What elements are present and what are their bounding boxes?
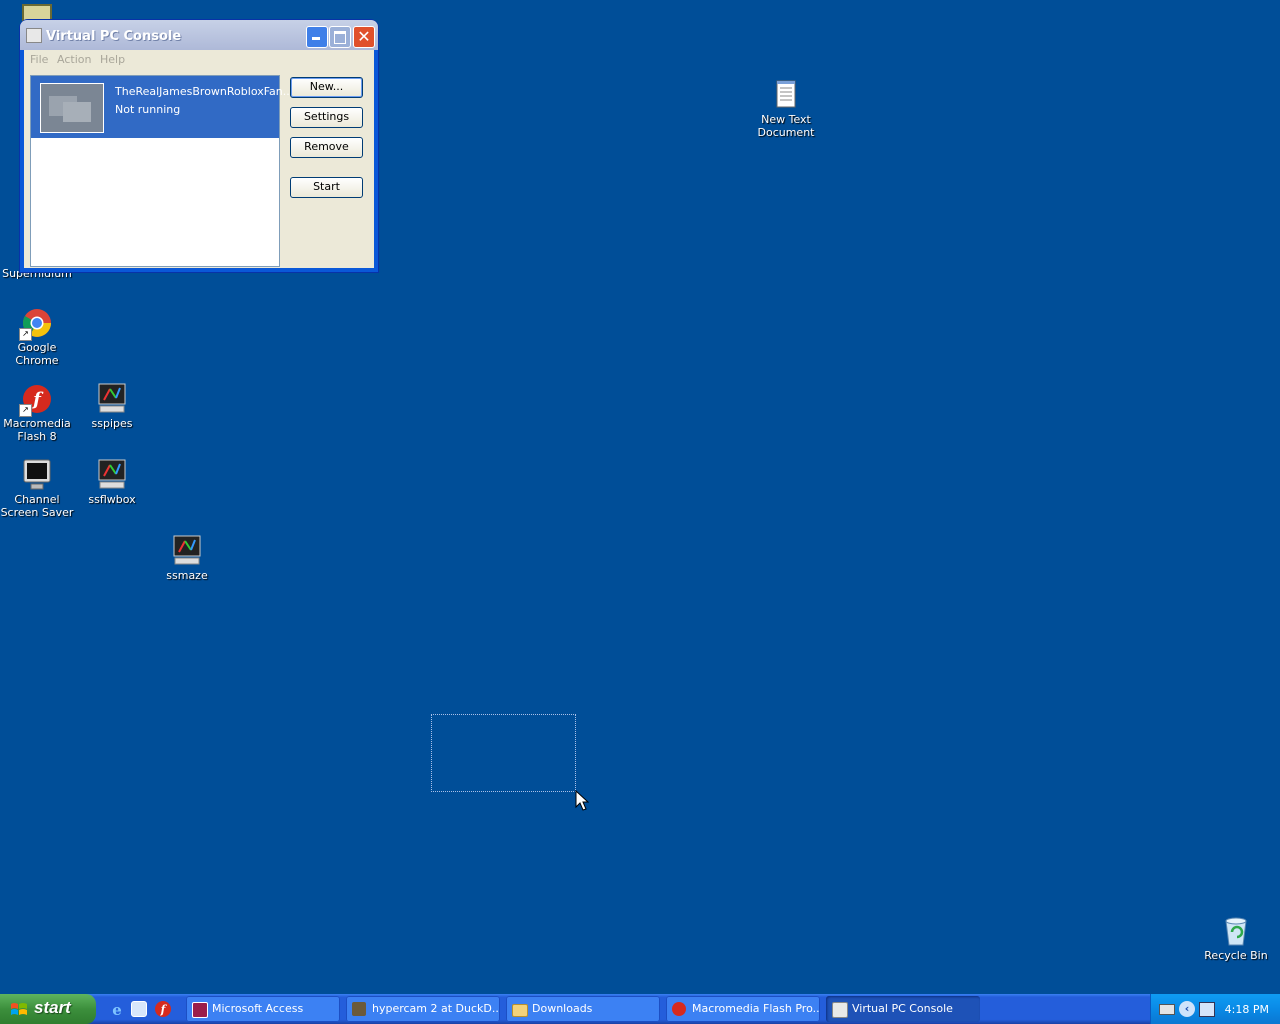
- desktop-icon-recycle-bin[interactable]: Recycle Bin: [1199, 915, 1273, 962]
- start-button[interactable]: Start: [290, 177, 363, 198]
- selection-rectangle: [431, 714, 576, 792]
- clock: 4:18 PM: [1224, 1003, 1269, 1016]
- start-label: start: [34, 998, 71, 1017]
- close-icon: ✕: [357, 27, 371, 46]
- shortcut-arrow-icon: ↗: [19, 328, 32, 341]
- task-label: Downloads: [532, 1002, 593, 1015]
- windows-logo-icon: [11, 1003, 27, 1015]
- start-button[interactable]: start: [0, 994, 96, 1024]
- keyboard-icon[interactable]: [1159, 1004, 1175, 1015]
- folder-icon: [512, 1004, 528, 1017]
- vm-status: Not running: [115, 103, 181, 116]
- taskbar-button-virtual-pc-console[interactable]: Virtual PC Console: [826, 996, 980, 1022]
- network-icon[interactable]: [1199, 1002, 1215, 1017]
- new-button[interactable]: New...: [290, 77, 363, 98]
- screensaver-icon: [96, 459, 128, 491]
- list-item[interactable]: TheRealJamesBrownRobloxFan... Not runnin…: [31, 76, 293, 138]
- system-tray: ‹ 4:18 PM: [1150, 994, 1280, 1024]
- menu-help[interactable]: Help: [100, 53, 125, 66]
- shortcut-arrow-icon: ↗: [19, 404, 32, 417]
- monitor-icon: [21, 459, 53, 491]
- access-icon: [192, 1002, 208, 1018]
- task-label: Macromedia Flash Pro...: [692, 1002, 820, 1015]
- screensaver-icon: [171, 535, 203, 567]
- window-title: Virtual PC Console: [46, 29, 182, 44]
- desktop-icon-label: Channel Screen Saver: [0, 493, 74, 519]
- chevron-left-icon[interactable]: ‹: [1179, 1001, 1195, 1017]
- mouse-pointer-icon: [575, 789, 590, 815]
- minimize-icon: [312, 37, 320, 40]
- settings-button[interactable]: Settings: [290, 107, 363, 128]
- chrome-icon: ↗: [19, 307, 53, 341]
- window-titlebar[interactable]: Virtual PC Console ✕: [20, 20, 378, 50]
- desktop-icon-label: Macromedia Flash 8: [3, 417, 71, 443]
- screensaver-icon: [96, 383, 128, 415]
- vm-thumbnail: [40, 83, 104, 133]
- virtualpc-icon: [832, 1002, 848, 1018]
- virtualpc-icon: [26, 28, 42, 43]
- task-label: Virtual PC Console: [852, 1002, 953, 1015]
- taskbar-button-downloads[interactable]: Downloads: [506, 996, 660, 1022]
- virtual-pc-console-window: Virtual PC Console ✕ File Action Help Th…: [20, 20, 378, 272]
- menu-file[interactable]: File: [30, 53, 48, 66]
- flash-icon: [672, 1002, 686, 1016]
- desktop-icon-label: sspipes: [91, 417, 133, 430]
- task-label: Microsoft Access: [212, 1002, 304, 1015]
- desktop-icon-ssflwbox[interactable]: ssflwbox: [75, 459, 149, 506]
- desktop-icon-macromedia-flash[interactable]: f ↗ Macromedia Flash 8: [0, 383, 74, 443]
- desktop-icon-label: ssmaze: [166, 569, 208, 582]
- menu-action[interactable]: Action: [57, 53, 91, 66]
- desktop-icon-label: Recycle Bin: [1204, 949, 1268, 962]
- vm-name: TheRealJamesBrownRobloxFan...: [115, 85, 294, 98]
- desktop-icon-ssmaze[interactable]: ssmaze: [150, 535, 224, 582]
- recycle-bin-icon: [1220, 915, 1252, 947]
- desktop-icon-label: New Text Document: [757, 113, 815, 139]
- desktop-icon-new-text-document[interactable]: New Text Document: [749, 79, 823, 139]
- close-button[interactable]: ✕: [353, 26, 375, 48]
- svg-text:e: e: [112, 1001, 122, 1017]
- internet-explorer-icon[interactable]: e: [109, 1001, 125, 1019]
- desktop-icon-channel-screen-saver[interactable]: Channel Screen Saver: [0, 459, 74, 519]
- maximize-button[interactable]: [329, 26, 351, 48]
- window-client-area: File Action Help TheRealJamesBrownRoblox…: [24, 50, 374, 268]
- desktop-icon-label: Google Chrome: [15, 341, 59, 367]
- svg-text:f: f: [160, 1003, 168, 1016]
- show-desktop-icon[interactable]: [131, 1001, 147, 1017]
- desktop-icon-sspipes[interactable]: sspipes: [75, 383, 149, 430]
- remove-button[interactable]: Remove: [290, 137, 363, 158]
- taskbar-button-hypercam[interactable]: hypercam 2 at DuckD...: [346, 996, 500, 1022]
- maximize-icon: [334, 31, 346, 44]
- taskbar-button-macromedia-flash[interactable]: Macromedia Flash Pro...: [666, 996, 820, 1022]
- hypercam-icon: [352, 1002, 366, 1016]
- taskbar: start e f Microsoft Access hypercam 2 at…: [0, 994, 1280, 1024]
- flash-icon: f ↗: [19, 383, 53, 417]
- menu-bar: File Action Help: [24, 50, 374, 68]
- task-label: hypercam 2 at DuckD...: [372, 1002, 500, 1015]
- virtual-machine-list[interactable]: TheRealJamesBrownRobloxFan... Not runnin…: [30, 75, 293, 267]
- text-document-icon: [770, 79, 802, 111]
- flash-quicklaunch-icon[interactable]: f: [155, 1001, 171, 1017]
- desktop-icon-label: ssflwbox: [88, 493, 136, 506]
- minimize-button[interactable]: [306, 26, 328, 48]
- taskbar-button-microsoft-access[interactable]: Microsoft Access: [186, 996, 340, 1022]
- desktop-icon-google-chrome[interactable]: ↗ Google Chrome: [0, 307, 74, 367]
